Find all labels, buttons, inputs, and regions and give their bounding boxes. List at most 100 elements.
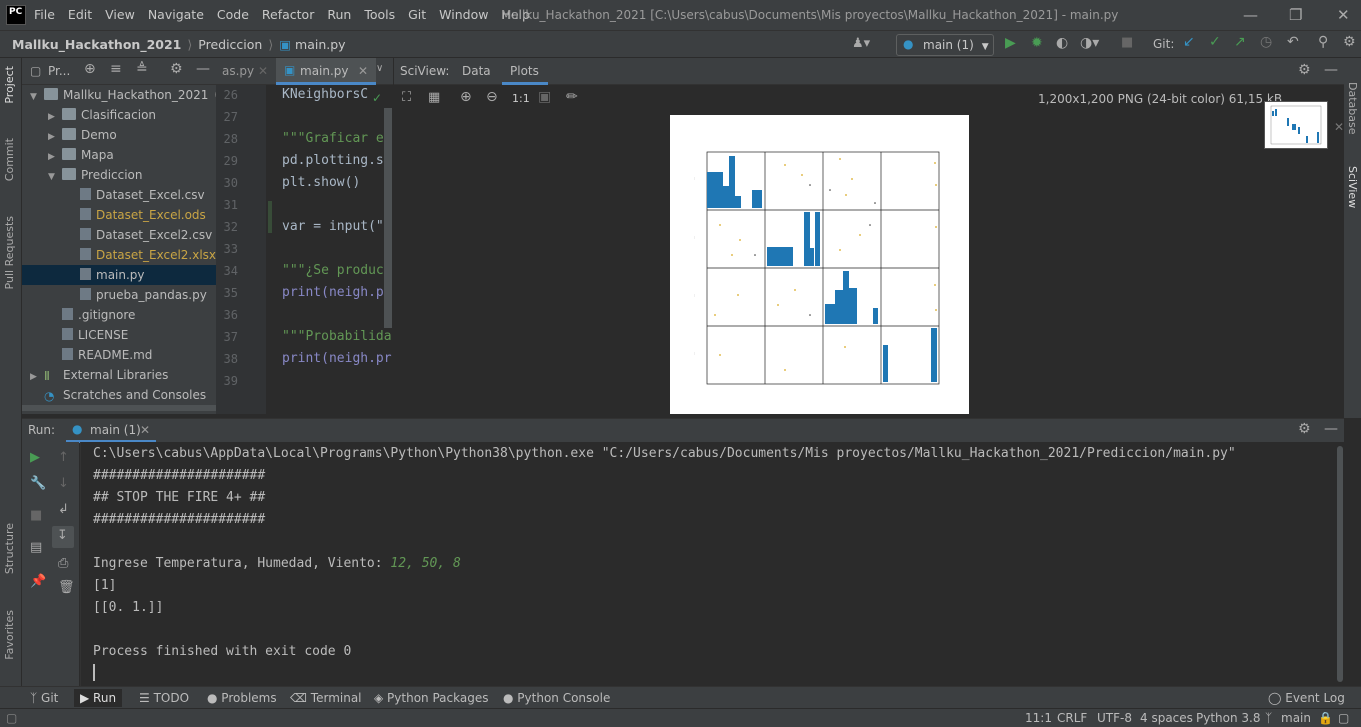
expand-all-icon[interactable]: ≡ [110,61,122,77]
menu-file[interactable]: File [34,7,55,22]
layout-toggle-icon[interactable]: ▢ [6,711,17,725]
settings-icon[interactable]: ⚙ [1343,34,1356,50]
console-scrollbar[interactable] [1337,446,1343,682]
python-interpreter[interactable]: Python 3.8 [1196,711,1261,725]
git-push-icon[interactable]: ↗ [1234,34,1246,50]
profile-icon[interactable]: ◑▾ [1080,35,1099,51]
code-area[interactable]: KNeighborsC """Graficar el pd.plotting.sc p… [216,85,393,414]
menu-tools[interactable]: Tools [364,7,395,22]
stop-icon[interactable]: ■ [1121,35,1133,50]
history-icon[interactable]: ◷ [1260,34,1272,50]
menu-run[interactable]: Run [327,7,351,22]
chevron-down-icon[interactable]: ▼ [48,167,62,185]
tree-item[interactable]: Dataset_Excel2.xlsx [22,245,216,265]
layout-icon[interactable]: ▤ [30,540,42,555]
tree-item[interactable]: README.md [22,345,216,365]
project-tab[interactable]: Project [3,66,16,104]
tab-list-icon[interactable]: ∨ [376,63,383,74]
hide-icon[interactable]: — [196,61,210,77]
close-window-icon[interactable]: ✕ [1337,6,1350,24]
project-view-select[interactable]: Pr... [48,64,70,78]
down-icon[interactable]: ↓ [58,476,69,491]
git-update-icon[interactable]: ↙ [1183,34,1195,50]
tree-item[interactable]: ▶ Clasificacion [22,105,216,125]
zoom-out-icon[interactable]: ⊖ [486,89,498,105]
tree-item[interactable]: .gitignore [22,305,216,325]
chevron-right-icon[interactable]: ▶ [30,367,44,385]
menu-view[interactable]: View [105,7,135,22]
grid-icon[interactable]: ▦ [428,90,440,105]
collapse-all-icon[interactable]: ≜ [136,61,148,77]
menu-window[interactable]: Window [439,7,488,22]
wrench-icon[interactable]: 🔧 [30,476,46,491]
event-log-button[interactable]: ◯ Event Log [1268,691,1345,705]
gear-icon[interactable]: ⚙ [170,61,183,77]
breadcrumb-project[interactable]: Mallku_Hackathon_2021 [12,37,181,52]
color-picker-icon[interactable]: ✏ [566,89,578,105]
tab-problems[interactable]: ● Problems [207,691,277,705]
favorites-tab[interactable]: Favorites [3,610,16,660]
menu-edit[interactable]: Edit [68,7,92,22]
minimize-icon[interactable]: — [1243,6,1258,24]
locate-icon[interactable]: ⊕ [84,61,96,77]
tree-item[interactable]: Dataset_Excel.csv [22,185,216,205]
plot-thumbnail[interactable] [1264,101,1328,149]
tab-plots[interactable]: Plots [502,58,548,85]
inspection-ok-icon[interactable]: ✓ [372,91,382,105]
tree-item[interactable]: main.py [22,265,216,285]
trash-icon[interactable]: 🗑 [58,580,75,595]
chevron-down-icon[interactable]: ▼ [30,87,44,105]
close-tab-icon[interactable]: ✕ [358,64,368,78]
chevron-right-icon[interactable]: ▶ [48,127,62,145]
print-icon[interactable]: ⎙ [58,556,68,571]
tab-terminal[interactable]: ⌫ Terminal [290,691,362,705]
structure-tab[interactable]: Structure [3,523,16,574]
tab-data[interactable]: Data [462,64,491,78]
git-commit-icon[interactable]: ✓ [1209,34,1221,50]
menu-navigate[interactable]: Navigate [148,7,204,22]
tree-item[interactable]: ◔ Scratches and Consoles [22,385,216,405]
tree-item[interactable]: ▶ Ⅱ External Libraries [22,365,216,385]
actual-size-button[interactable]: 1:1 [512,92,530,105]
tab-python-console[interactable]: ● Python Console [503,691,610,705]
chevron-right-icon[interactable]: ▶ [48,147,62,165]
fit-icon[interactable]: ⛶ [402,90,411,105]
search-icon[interactable]: ⚲ [1318,34,1328,50]
tree-item[interactable]: ▼ Prediccion [22,165,216,185]
tab-python-packages[interactable]: ◈ Python Packages [374,691,488,705]
debug-icon[interactable]: ✹ [1031,35,1043,51]
close-tab-icon[interactable]: ✕ [140,423,150,437]
plot-image[interactable]: ... ... ... ... [670,115,969,414]
indent-setting[interactable]: 4 spaces [1140,711,1193,725]
hide-icon[interactable]: — [1324,421,1338,437]
tree-item[interactable]: Dataset_Excel.ods [22,205,216,225]
user-icon[interactable]: ♟▾ [852,36,870,51]
fit-screen-icon[interactable]: ▣ [538,89,551,105]
tree-item[interactable]: ▼Mallku_Hackathon_2021C: [22,85,216,105]
run-icon[interactable]: ▶ [1005,35,1016,51]
caret-position[interactable]: 11:1 [1025,711,1052,725]
gear-icon[interactable]: ⚙ [1298,62,1311,78]
tab-run[interactable]: ▶ Run [74,689,123,707]
console-output[interactable]: C:\Users\cabus\AppData\Local\Programs\Py… [80,442,1336,686]
coverage-icon[interactable]: ◐ [1056,35,1068,51]
rollback-icon[interactable]: ↶ [1287,34,1299,50]
line-separator[interactable]: CRLF [1057,711,1087,725]
notifications-icon[interactable]: ▢ [1338,711,1349,725]
menu-git[interactable]: Git [408,7,426,22]
lock-icon[interactable]: 🔒 [1318,711,1333,725]
sciview-tab[interactable]: SciView [1346,166,1359,208]
run-config-select[interactable]: ● main (1) ▼ [896,34,994,56]
menu-code[interactable]: Code [217,7,249,22]
close-thumbnail-icon[interactable]: ✕ [1334,120,1344,134]
tab-todo[interactable]: ☰ TODO [139,691,189,705]
stop-icon[interactable]: ■ [30,508,42,523]
tree-item[interactable]: LICENSE [22,325,216,345]
breadcrumb-folder[interactable]: Prediccion [198,37,262,52]
zoom-in-icon[interactable]: ⊕ [460,89,472,105]
tree-item[interactable]: ▶ Demo [22,125,216,145]
git-branch[interactable]: main [1281,711,1311,725]
tree-item[interactable]: prueba_pandas.py [22,285,216,305]
soft-wrap-icon[interactable]: ↲ [58,502,69,517]
menu-refactor[interactable]: Refactor [262,7,314,22]
